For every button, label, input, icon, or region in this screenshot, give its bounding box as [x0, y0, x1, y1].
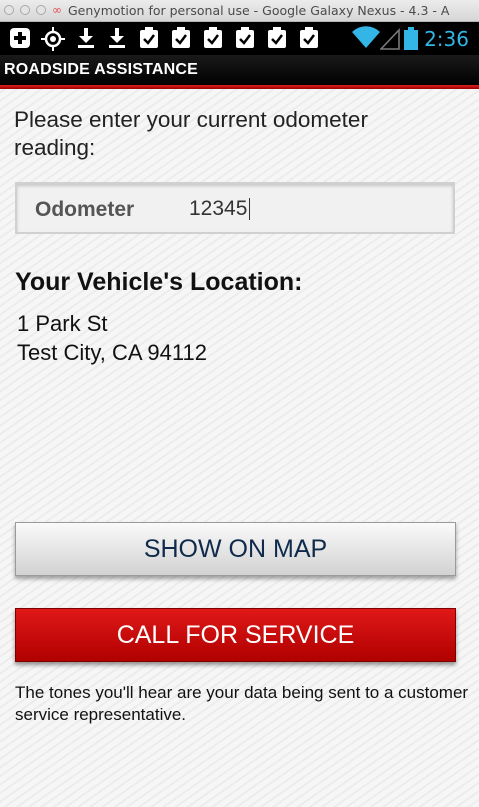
- gps-icon: [41, 27, 65, 51]
- action-bar: ROADSIDE ASSISTANCE: [0, 55, 479, 85]
- window-title: Genymotion for personal use - Google Gal…: [68, 3, 450, 18]
- odometer-label: Odometer: [35, 198, 135, 221]
- close-window-button[interactable]: [4, 5, 14, 15]
- address-line-2: Test City, CA 94112: [17, 340, 207, 365]
- odometer-field[interactable]: Odometer 12345: [15, 182, 455, 234]
- odometer-prompt: Please enter your current odometer readi…: [14, 107, 368, 160]
- address-line-1: 1 Park St: [17, 311, 108, 336]
- clipboard-check-icon: [140, 27, 158, 48]
- clipboard-check-icon: [300, 27, 318, 48]
- show-on-map-button[interactable]: SHOW ON MAP: [15, 522, 456, 576]
- call-for-service-button[interactable]: CALL FOR SERVICE: [15, 608, 456, 662]
- clipboard-check-icon: [268, 27, 286, 48]
- plus-box-icon: [10, 28, 30, 48]
- status-bar: 2:36: [0, 22, 479, 55]
- tones-footnote: The tones you'll hear are your data bein…: [15, 683, 469, 724]
- clipboard-check-icon: [172, 27, 190, 48]
- download-icon: [78, 28, 94, 48]
- clipboard-check-icon: [236, 27, 254, 48]
- window-title-bar: ∞ Genymotion for personal use - Google G…: [0, 0, 479, 22]
- zoom-window-button[interactable]: [36, 5, 46, 15]
- genymotion-logo-icon: ∞: [52, 3, 62, 17]
- download-icon: [109, 28, 125, 48]
- status-time: 2:36: [424, 27, 469, 51]
- wifi-icon: [352, 26, 380, 48]
- odometer-input[interactable]: 12345: [189, 198, 251, 220]
- location-heading: Your Vehicle's Location:: [15, 268, 303, 296]
- app-title: ROADSIDE ASSISTANCE: [4, 61, 199, 78]
- main-content: Please enter your current odometer readi…: [0, 89, 479, 807]
- clipboard-check-icon: [204, 27, 222, 48]
- minimize-window-button[interactable]: [20, 5, 30, 15]
- signal-icon: [380, 28, 400, 50]
- battery-icon: [404, 27, 418, 50]
